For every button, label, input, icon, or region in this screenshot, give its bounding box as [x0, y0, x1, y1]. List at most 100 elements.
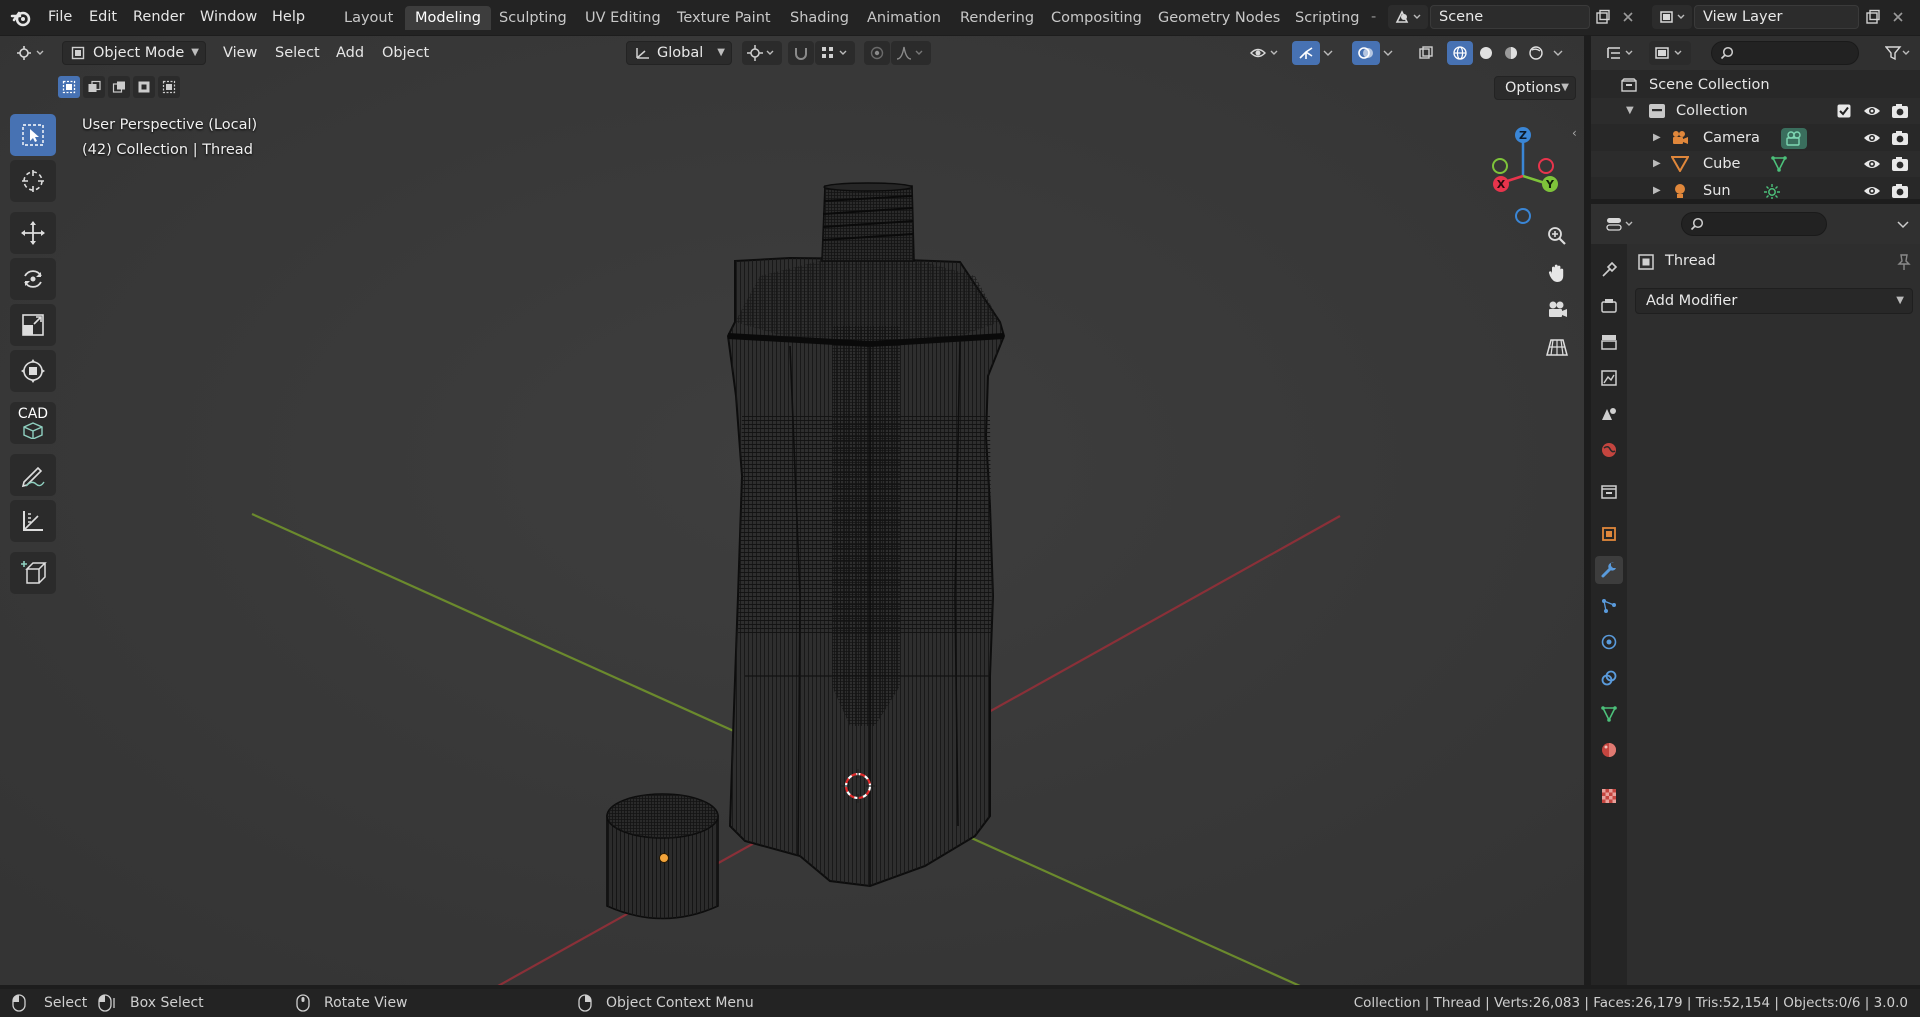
- world-properties-tab-icon[interactable]: [1595, 436, 1623, 464]
- add-cube-tool[interactable]: [10, 552, 56, 594]
- overlays-dropdown-chevron-icon[interactable]: [1380, 41, 1396, 65]
- pan-view-icon[interactable]: [1540, 256, 1574, 290]
- delete-view-layer-icon[interactable]: [1886, 5, 1910, 29]
- rotate-tool[interactable]: [10, 258, 56, 300]
- outliner-row-sun[interactable]: ▶ Sun: [1591, 178, 1920, 199]
- outliner-editor-type-icon[interactable]: [1601, 41, 1641, 65]
- eye-icon[interactable]: [1863, 131, 1881, 145]
- camera-render-icon[interactable]: [1891, 130, 1909, 146]
- camera-view-icon[interactable]: [1540, 293, 1574, 327]
- delete-scene-icon[interactable]: [1616, 5, 1640, 29]
- xray-toggle-icon[interactable]: [1413, 41, 1439, 65]
- constraint-properties-tab-icon[interactable]: [1595, 664, 1623, 692]
- area-divider[interactable]: [1584, 36, 1591, 985]
- properties-search-input[interactable]: [1681, 212, 1827, 236]
- overlays-toggle-icon[interactable]: [1352, 41, 1380, 65]
- tab-layout[interactable]: Layout: [334, 6, 403, 30]
- cursor-tool[interactable]: [10, 160, 56, 202]
- expand-triangle-icon[interactable]: ▶: [1653, 151, 1661, 177]
- tab-animation[interactable]: Animation: [857, 6, 951, 30]
- menu-view[interactable]: View: [219, 42, 261, 64]
- transform-orientation-dropdown[interactable]: Global ▼: [626, 41, 732, 65]
- menu-render[interactable]: Render: [130, 6, 188, 28]
- snap-toggle-icon[interactable]: [788, 41, 814, 65]
- gizmo-dropdown-chevron-icon[interactable]: [1320, 41, 1336, 65]
- expand-triangle-icon[interactable]: ▶: [1653, 178, 1661, 199]
- 3d-viewport[interactable]: Object Mode ▼ View Select Add Object Glo…: [0, 36, 1584, 985]
- menu-select[interactable]: Select: [271, 42, 324, 64]
- menu-object[interactable]: Object: [378, 42, 433, 64]
- select-box-tool[interactable]: [10, 114, 56, 156]
- rendered-shading-icon[interactable]: [1523, 41, 1549, 65]
- blender-logo-icon[interactable]: [10, 7, 32, 29]
- tab-rendering[interactable]: Rendering: [950, 6, 1044, 30]
- menu-help[interactable]: Help: [269, 6, 308, 28]
- transform-tool[interactable]: [10, 350, 56, 392]
- scale-tool[interactable]: [10, 304, 56, 346]
- filter-icon[interactable]: [1881, 41, 1915, 65]
- gizmo-toggle-icon[interactable]: [1292, 41, 1320, 65]
- camera-data-icon[interactable]: [1781, 128, 1807, 149]
- outliner-row-scene-collection[interactable]: Scene Collection: [1591, 72, 1920, 98]
- tab-modeling[interactable]: Modeling: [405, 6, 491, 30]
- tab-sculpting[interactable]: Sculpting: [489, 6, 577, 30]
- scene-properties-tab-icon[interactable]: [1595, 400, 1623, 428]
- shading-dropdown-chevron-icon[interactable]: [1550, 41, 1566, 65]
- measure-tool[interactable]: [10, 500, 56, 542]
- properties-options-chevron-icon[interactable]: [1891, 212, 1915, 236]
- camera-render-icon[interactable]: [1891, 103, 1909, 119]
- camera-render-icon[interactable]: [1891, 183, 1909, 199]
- visibility-selectability-button[interactable]: [1245, 41, 1287, 65]
- tab-texture-paint[interactable]: Texture Paint: [667, 6, 781, 30]
- camera-render-icon[interactable]: [1891, 156, 1909, 172]
- view-layer-properties-tab-icon[interactable]: [1595, 364, 1623, 392]
- new-scene-icon[interactable]: [1590, 5, 1616, 29]
- collapse-sidebar-chevron-icon[interactable]: ‹: [1572, 126, 1584, 144]
- new-view-layer-icon[interactable]: [1860, 5, 1886, 29]
- select-intersect-icon[interactable]: [158, 76, 180, 98]
- material-preview-icon[interactable]: [1498, 41, 1524, 65]
- menu-file[interactable]: File: [45, 6, 75, 28]
- options-dropdown[interactable]: Options ▼: [1494, 76, 1576, 100]
- menu-edit[interactable]: Edit: [86, 6, 120, 28]
- select-new-icon[interactable]: [58, 76, 80, 98]
- move-tool[interactable]: [10, 212, 56, 254]
- sun-data-icon[interactable]: [1763, 183, 1781, 199]
- properties-editor-type-icon[interactable]: [1601, 212, 1641, 236]
- modifier-properties-tab-icon[interactable]: [1595, 556, 1623, 584]
- pin-icon[interactable]: [1895, 253, 1913, 271]
- tab-uv-editing[interactable]: UV Editing: [575, 6, 671, 30]
- physics-properties-tab-icon[interactable]: [1595, 628, 1623, 656]
- object-properties-tab-icon[interactable]: [1595, 520, 1623, 548]
- snap-target-button[interactable]: [815, 41, 855, 65]
- editor-type-icon[interactable]: [12, 41, 52, 65]
- select-extend-icon[interactable]: [83, 76, 105, 98]
- scene-name-field[interactable]: Scene: [1430, 5, 1590, 29]
- select-subtract-icon[interactable]: [108, 76, 130, 98]
- more-tabs[interactable]: -: [1368, 6, 1379, 28]
- eye-icon[interactable]: [1863, 104, 1881, 118]
- navigation-gizmo[interactable]: Z Y X: [1480, 116, 1576, 226]
- scene-selector-button[interactable]: [1388, 5, 1428, 29]
- menu-window[interactable]: Window: [197, 6, 260, 28]
- proportional-editing-icon[interactable]: [864, 41, 890, 65]
- tool-properties-tab-icon[interactable]: [1595, 256, 1623, 284]
- cad-tool[interactable]: CAD: [10, 402, 56, 444]
- particle-properties-tab-icon[interactable]: [1595, 592, 1623, 620]
- collection-properties-tab-icon[interactable]: [1595, 478, 1623, 506]
- expand-triangle-icon[interactable]: ▼: [1626, 98, 1634, 124]
- render-properties-tab-icon[interactable]: [1595, 292, 1623, 320]
- pivot-point-button[interactable]: [742, 41, 782, 65]
- solid-shading-icon[interactable]: [1473, 41, 1499, 65]
- falloff-button[interactable]: [891, 41, 931, 65]
- output-properties-tab-icon[interactable]: [1595, 328, 1623, 356]
- outliner-row-camera[interactable]: ▶ Camera: [1591, 125, 1920, 151]
- expand-triangle-icon[interactable]: ▶: [1653, 125, 1661, 151]
- texture-properties-tab-icon[interactable]: [1595, 782, 1623, 810]
- view-layer-name-field[interactable]: View Layer: [1694, 5, 1859, 29]
- tab-scripting[interactable]: Scripting: [1285, 6, 1369, 30]
- eye-icon[interactable]: [1863, 157, 1881, 171]
- eye-icon[interactable]: [1863, 184, 1881, 198]
- toggle-perspective-icon[interactable]: [1540, 330, 1574, 364]
- outliner-search-input[interactable]: [1711, 41, 1859, 65]
